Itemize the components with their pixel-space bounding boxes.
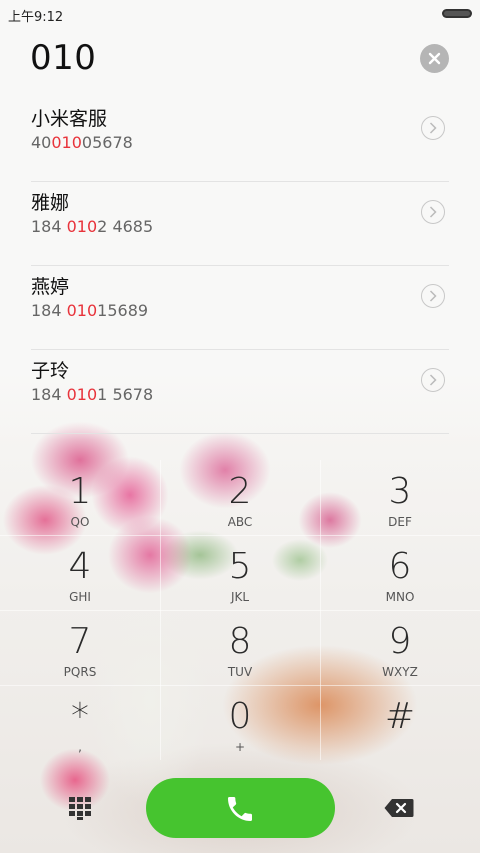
contact-detail-button[interactable] (421, 116, 445, 140)
number-match: 010 (66, 301, 98, 320)
dialer-action-bar (0, 770, 480, 850)
contact-number: 184 01015689 (31, 301, 148, 320)
contact-detail-button[interactable] (421, 200, 445, 224)
number-match: 010 (51, 133, 82, 152)
key-letters: TUV (227, 665, 253, 679)
backspace-icon (384, 799, 414, 817)
contact-row[interactable]: 雅娜 184 0102 4685 (31, 181, 449, 266)
key-letters: , (78, 740, 82, 754)
dial-keypad: 1 QO 2 ABC 3 DEF 4 GHI 5 JKL 6 MNO 7 PQR… (0, 460, 480, 760)
status-time: 上午9:12 (8, 10, 64, 25)
clear-input-button[interactable] (420, 44, 449, 73)
contact-row[interactable]: 小米客服 4001005678 (31, 97, 449, 182)
key-digit: 9 (388, 621, 412, 662)
battery-icon (442, 9, 472, 18)
number-suffix: 1 5678 (97, 385, 154, 404)
contact-name: 小米客服 (31, 108, 108, 130)
key-digit: * (71, 696, 89, 737)
key-pound[interactable]: # (320, 685, 480, 760)
number-prefix: 184 (31, 385, 67, 404)
key-star[interactable]: * , (0, 685, 160, 760)
delete-digit-button[interactable] (384, 798, 414, 818)
number-prefix: 184 (31, 301, 67, 320)
key-letters: WXYZ (382, 665, 418, 679)
chevron-right-icon (429, 122, 437, 134)
key-digit: 3 (388, 471, 412, 512)
contact-row[interactable]: 子玲 184 0101 5678 (31, 349, 449, 434)
key-letters: MNO (385, 590, 415, 604)
key-2[interactable]: 2 ABC (160, 460, 320, 535)
call-button[interactable] (146, 778, 335, 838)
key-4[interactable]: 4 GHI (0, 535, 160, 610)
contact-detail-button[interactable] (421, 284, 445, 308)
key-digit: 0 (228, 696, 252, 737)
key-3[interactable]: 3 DEF (320, 460, 480, 535)
key-digit: # (384, 696, 416, 737)
key-0[interactable]: 0 + (160, 685, 320, 760)
key-8[interactable]: 8 TUV (160, 610, 320, 685)
key-digit: 7 (68, 621, 92, 662)
number-suffix: 05678 (81, 133, 133, 152)
status-bar: 上午9:12 (0, 0, 480, 28)
key-letters: ABC (227, 515, 253, 529)
key-6[interactable]: 6 MNO (320, 535, 480, 610)
key-letters: GHI (69, 590, 91, 604)
dialpad-toggle-button[interactable] (68, 796, 92, 820)
key-digit: 8 (228, 621, 252, 662)
chevron-right-icon (429, 206, 437, 218)
key-letters: PQRS (63, 665, 97, 679)
key-digit: 5 (228, 546, 252, 587)
number-match: 010 (66, 217, 98, 236)
key-digit: 4 (68, 546, 92, 587)
key-7[interactable]: 7 PQRS (0, 610, 160, 685)
close-icon (428, 52, 441, 65)
key-digit: 6 (388, 546, 412, 587)
contact-name: 子玲 (31, 360, 70, 382)
chevron-right-icon (429, 374, 437, 386)
number-suffix: 2 4685 (97, 217, 154, 236)
contact-name: 燕婷 (31, 276, 70, 298)
number-prefix: 184 (31, 217, 67, 236)
key-letters: QO (70, 515, 90, 529)
contact-number: 184 0102 4685 (31, 217, 153, 236)
dialed-number: 010 (30, 38, 97, 78)
contact-number: 4001005678 (31, 133, 133, 152)
key-letters: DEF (388, 515, 412, 529)
contact-row[interactable]: 燕婷 184 01015689 (31, 265, 449, 350)
contact-name: 雅娜 (31, 192, 70, 214)
key-9[interactable]: 9 WXYZ (320, 610, 480, 685)
number-suffix: 15689 (97, 301, 149, 320)
key-letters: + (234, 740, 246, 754)
key-5[interactable]: 5 JKL (160, 535, 320, 610)
chevron-right-icon (429, 290, 437, 302)
contact-number: 184 0101 5678 (31, 385, 153, 404)
number-prefix: 40 (31, 133, 52, 152)
key-1[interactable]: 1 QO (0, 460, 160, 535)
key-digit: 2 (228, 471, 252, 512)
key-digit: 1 (68, 471, 92, 512)
contact-detail-button[interactable] (421, 368, 445, 392)
dialpad-grid-icon (69, 797, 91, 820)
phone-icon (228, 797, 252, 821)
number-match: 010 (66, 385, 98, 404)
key-letters: JKL (230, 590, 250, 604)
